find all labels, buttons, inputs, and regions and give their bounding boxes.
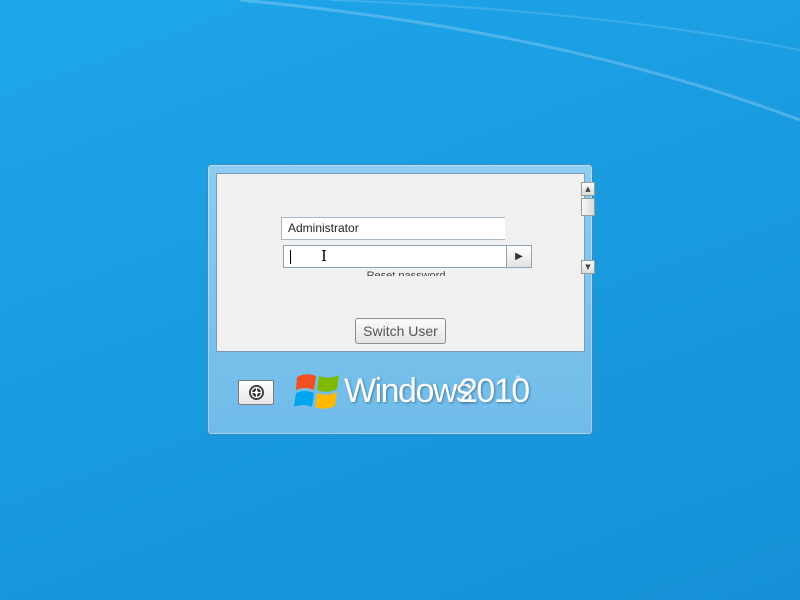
scroll-up-button[interactable]: ▲ — [581, 182, 595, 196]
password-field[interactable]: I — [283, 245, 507, 268]
scroll-down-button[interactable]: ▼ — [581, 260, 595, 274]
reset-password-hint[interactable]: Reset password — [281, 271, 531, 276]
windows-flag-icon — [294, 374, 339, 409]
username-field: Administrator — [281, 217, 505, 240]
brand-wordmark: Windows — [344, 372, 473, 410]
ease-of-access-button[interactable] — [238, 380, 274, 405]
text-cursor-icon: I — [321, 247, 327, 265]
submit-button[interactable]: ▶ — [506, 245, 532, 268]
scroll-down-icon: ▼ — [585, 263, 591, 271]
panel-scrollbar[interactable]: ▲ ▼ — [581, 182, 596, 274]
scroll-thumb[interactable] — [581, 198, 595, 216]
scroll-up-icon: ▲ — [585, 185, 591, 193]
text-caret — [290, 250, 291, 264]
login-dialog: Administrator I ▶ Reset password Switch … — [207, 164, 596, 435]
registered-mark: ® — [515, 375, 521, 382]
login-panel: Administrator I ▶ Reset password Switch … — [216, 173, 585, 352]
ease-of-access-icon — [249, 385, 264, 400]
play-arrow-icon: ▶ — [515, 251, 523, 262]
switch-user-button[interactable]: Switch User — [355, 318, 446, 344]
